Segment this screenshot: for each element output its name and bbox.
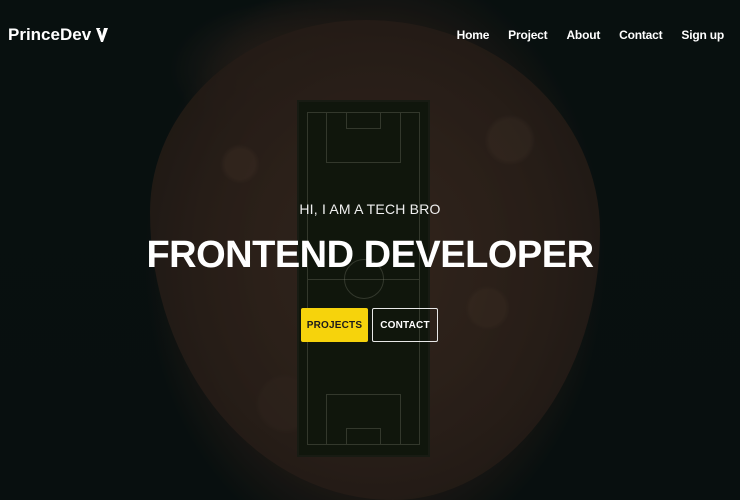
hero-buttons: PROJECTS CONTACT (301, 308, 438, 342)
projects-button[interactable]: PROJECTS (301, 308, 368, 342)
hero-section: HI, I AM A TECH BRO FRONTEND DEVELOPER P… (0, 0, 740, 500)
hero-title: FRONTEND DEVELOPER (146, 234, 594, 276)
contact-button[interactable]: CONTACT (372, 308, 438, 342)
hero-subtitle: HI, I AM A TECH BRO (299, 201, 441, 217)
